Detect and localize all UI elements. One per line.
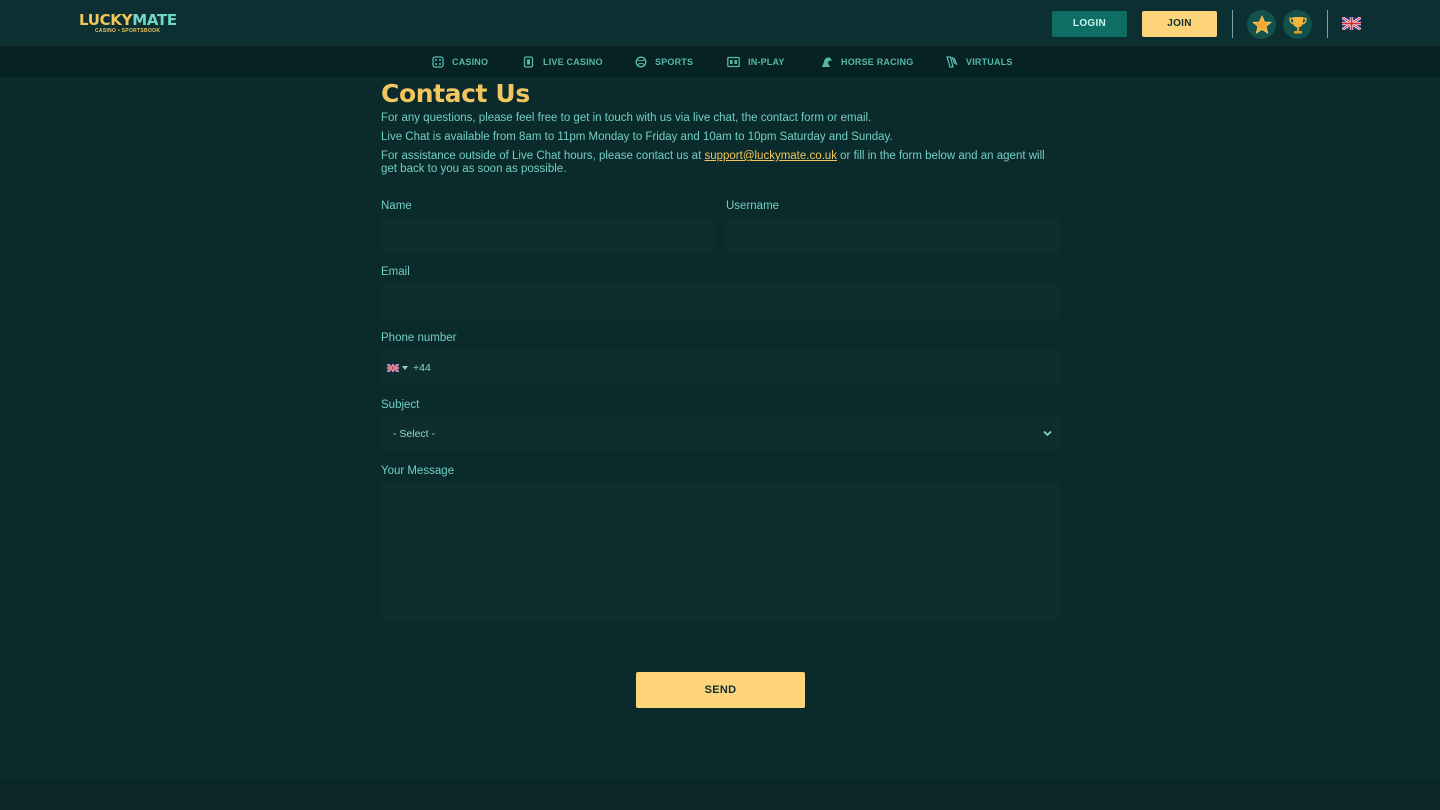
virtuals-icon bbox=[946, 56, 958, 68]
nav-label: VIRTUALS bbox=[966, 57, 1013, 67]
message-label: Your Message bbox=[381, 465, 455, 477]
header-divider bbox=[1327, 10, 1328, 38]
live-casino-icon bbox=[523, 56, 534, 68]
page-title: Contact Us bbox=[381, 79, 530, 108]
username-label: Username bbox=[726, 200, 780, 212]
join-button[interactable]: JOIN bbox=[1142, 11, 1217, 37]
nav-label: IN-PLAY bbox=[748, 57, 785, 67]
logo-wordmark: LUCKYMATE bbox=[79, 12, 177, 29]
nav-item-horse-racing[interactable]: HORSE RACING bbox=[821, 55, 913, 69]
nav-label: CASINO bbox=[452, 57, 489, 67]
live-chat-hours-text: Live Chat is available from 8am to 11pm … bbox=[381, 131, 893, 143]
logo-part-lucky: LUCKY bbox=[79, 11, 133, 29]
nav-item-sports[interactable]: SPORTS bbox=[635, 55, 693, 69]
nav-label: HORSE RACING bbox=[841, 57, 914, 67]
uk-flag-icon bbox=[387, 364, 399, 372]
in-play-icon bbox=[727, 56, 740, 68]
header-divider bbox=[1232, 10, 1233, 38]
top-header: LUCKYMATE CASINO • SPORTSBOOK LOGIN JOIN bbox=[0, 0, 1440, 47]
uk-flag-icon[interactable] bbox=[1341, 16, 1362, 31]
nav-item-casino[interactable]: CASINO bbox=[432, 55, 488, 69]
horse-racing-icon bbox=[822, 57, 832, 67]
luckymate-logo[interactable]: LUCKYMATE CASINO • SPORTSBOOK bbox=[79, 12, 177, 36]
nav-item-in-play[interactable]: IN-PLAY bbox=[727, 55, 785, 69]
email-label: Email bbox=[381, 266, 410, 278]
casino-icon bbox=[432, 56, 444, 68]
star-badge-icon[interactable] bbox=[1247, 10, 1276, 39]
nav-item-virtuals[interactable]: VIRTUALS bbox=[946, 55, 1013, 69]
nav-label: LIVE CASINO bbox=[543, 57, 603, 67]
nav-item-live-casino[interactable]: LIVE CASINO bbox=[523, 55, 603, 69]
name-label: Name bbox=[381, 200, 412, 212]
intro-text: For any questions, please feel free to g… bbox=[381, 112, 872, 124]
sports-icon bbox=[635, 56, 647, 68]
support-email-link[interactable]: support@luckymate.co.uk bbox=[704, 150, 836, 162]
phone-label: Phone number bbox=[381, 332, 457, 344]
main-nav: CASINO LIVE CASINO SPORTS IN-PLAY HORSE … bbox=[0, 47, 1440, 77]
phone-input[interactable] bbox=[381, 350, 1060, 385]
assistance-text-before: For assistance outside of Live Chat hour… bbox=[381, 150, 705, 162]
phone-prefix-text: +44 bbox=[413, 362, 431, 374]
username-input[interactable] bbox=[726, 218, 1060, 253]
message-textarea[interactable] bbox=[381, 482, 1060, 620]
logo-part-mate: MATE bbox=[132, 11, 177, 29]
logo-tagline: CASINO • SPORTSBOOK bbox=[95, 28, 161, 34]
chevron-down-icon bbox=[1043, 430, 1052, 437]
subject-selected-value: - Select - bbox=[393, 428, 436, 440]
nav-label: SPORTS bbox=[655, 57, 694, 67]
caret-down-icon bbox=[402, 366, 408, 370]
subject-label: Subject bbox=[381, 399, 420, 411]
footer-strip bbox=[0, 779, 1440, 810]
trophy-icon[interactable] bbox=[1283, 10, 1312, 39]
login-button[interactable]: LOGIN bbox=[1052, 11, 1127, 37]
send-button[interactable]: SEND bbox=[636, 672, 805, 708]
email-input[interactable] bbox=[381, 284, 1060, 319]
subject-select[interactable] bbox=[381, 416, 1060, 451]
name-input[interactable] bbox=[381, 218, 714, 253]
phone-country-selector[interactable]: +44 bbox=[387, 362, 431, 374]
assistance-text: For assistance outside of Live Chat hour… bbox=[381, 150, 1061, 176]
